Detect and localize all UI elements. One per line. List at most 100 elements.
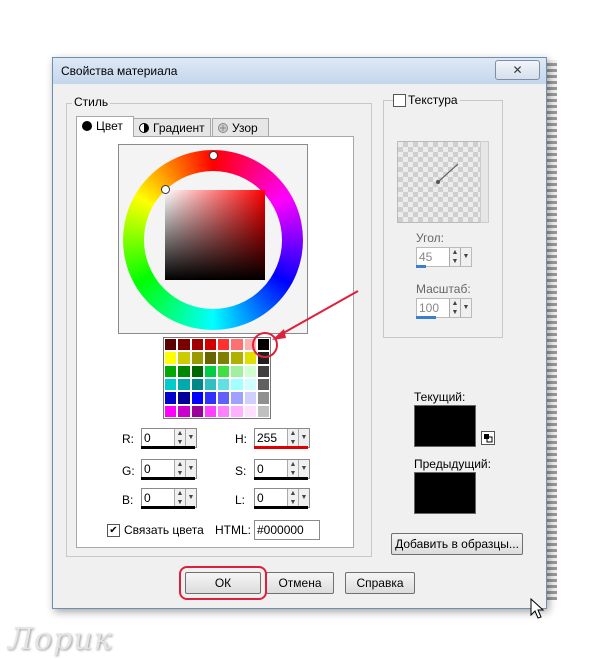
palette-swatch[interactable] bbox=[217, 377, 231, 392]
angle-spin-arrows[interactable]: ▲ ▼ bbox=[449, 248, 460, 266]
saturation-lightness-square[interactable] bbox=[165, 190, 265, 280]
palette-swatch[interactable] bbox=[230, 404, 244, 418]
palette-swatch[interactable] bbox=[164, 338, 178, 352]
palette-swatch[interactable] bbox=[203, 404, 217, 418]
palette-swatch[interactable] bbox=[256, 377, 270, 392]
palette-swatch[interactable] bbox=[164, 404, 178, 418]
palette-swatch[interactable] bbox=[230, 338, 244, 352]
hue-marker[interactable] bbox=[209, 151, 218, 160]
annotation-arrow bbox=[272, 290, 359, 340]
s-label: S: bbox=[235, 464, 247, 478]
palette-swatch[interactable] bbox=[230, 377, 244, 392]
tab-color[interactable]: Цвет bbox=[76, 116, 134, 137]
palette-swatch[interactable] bbox=[256, 404, 270, 418]
previous-label: Предыдущий: bbox=[414, 457, 491, 471]
s-dropdown[interactable]: ▼ bbox=[298, 460, 309, 478]
b-spinbox[interactable]: 0 ▲ ▼ ▼ bbox=[141, 488, 197, 508]
palette-swatch[interactable] bbox=[230, 351, 244, 365]
palette-swatch[interactable] bbox=[190, 377, 204, 392]
palette-swatch[interactable] bbox=[256, 391, 270, 405]
palette-swatch[interactable] bbox=[177, 364, 191, 378]
palette-swatch[interactable] bbox=[177, 404, 191, 418]
b-spin-arrows[interactable]: ▲ ▼ bbox=[174, 489, 185, 507]
h-spin-arrows[interactable]: ▲ ▼ bbox=[287, 429, 298, 447]
scale-spinbox[interactable]: 100 ▲ ▼ ▼ bbox=[416, 298, 472, 318]
palette-swatch[interactable] bbox=[164, 391, 178, 405]
link-colors-checkbox[interactable]: ✔ bbox=[107, 524, 120, 537]
r-spinbox[interactable]: 0 ▲ ▼ ▼ bbox=[141, 428, 197, 448]
palette-swatch[interactable] bbox=[217, 404, 231, 418]
help-button[interactable]: Справка bbox=[345, 572, 415, 594]
g-dropdown[interactable]: ▼ bbox=[185, 460, 196, 478]
palette-swatch[interactable] bbox=[203, 338, 217, 352]
style-group-label: Стиль bbox=[72, 95, 111, 109]
palette-swatch[interactable] bbox=[230, 364, 244, 378]
angle-label: Угол: bbox=[416, 231, 444, 245]
html-input[interactable]: #000000 bbox=[254, 520, 320, 540]
b-dropdown[interactable]: ▼ bbox=[185, 489, 196, 507]
palette-swatch[interactable] bbox=[190, 391, 204, 405]
palette-swatch[interactable] bbox=[190, 364, 204, 378]
swap-colors-icon[interactable] bbox=[481, 431, 495, 445]
l-dropdown[interactable]: ▼ bbox=[298, 489, 309, 507]
s-slider-bar[interactable] bbox=[254, 477, 308, 480]
palette-swatch[interactable] bbox=[177, 351, 191, 365]
l-slider-bar[interactable] bbox=[254, 506, 308, 509]
palette-swatch[interactable] bbox=[164, 377, 178, 392]
palette-swatch[interactable] bbox=[177, 391, 191, 405]
r-dropdown[interactable]: ▼ bbox=[185, 429, 196, 447]
r-slider-bar[interactable] bbox=[141, 446, 195, 449]
palette-swatch[interactable] bbox=[203, 377, 217, 392]
texture-checkbox[interactable] bbox=[393, 94, 406, 107]
palette-swatch[interactable] bbox=[177, 377, 191, 392]
s-spinbox[interactable]: 0 ▲ ▼ ▼ bbox=[254, 459, 310, 479]
r-spin-arrows[interactable]: ▲ ▼ bbox=[174, 429, 185, 447]
palette-swatch[interactable] bbox=[256, 364, 270, 378]
texture-preview-scroll bbox=[480, 141, 489, 223]
tab-pattern[interactable]: Узор bbox=[212, 118, 269, 137]
l-spinbox[interactable]: 0 ▲ ▼ ▼ bbox=[254, 488, 310, 508]
palette-swatch[interactable] bbox=[177, 338, 191, 352]
palette-swatch[interactable] bbox=[164, 364, 178, 378]
palette-swatch[interactable] bbox=[164, 351, 178, 365]
close-button[interactable]: ✕ bbox=[495, 60, 540, 80]
h-dropdown[interactable]: ▼ bbox=[298, 429, 309, 447]
scale-value: 100 bbox=[419, 301, 440, 315]
l-spin-arrows[interactable]: ▲ ▼ bbox=[287, 489, 298, 507]
angle-slider-bar[interactable] bbox=[416, 265, 426, 268]
g-spin-arrows[interactable]: ▲ ▼ bbox=[174, 460, 185, 478]
b-slider-bar[interactable] bbox=[141, 506, 195, 509]
g-slider-bar[interactable] bbox=[141, 477, 195, 480]
scale-spin-arrows[interactable]: ▲ ▼ bbox=[449, 299, 460, 317]
angle-pointer-icon bbox=[436, 163, 459, 184]
palette-swatch[interactable] bbox=[243, 364, 257, 378]
h-slider-bar[interactable] bbox=[254, 446, 308, 449]
palette-swatch[interactable] bbox=[243, 404, 257, 418]
s-spin-arrows[interactable]: ▲ ▼ bbox=[287, 460, 298, 478]
palette-swatch[interactable] bbox=[190, 404, 204, 418]
palette-swatch[interactable] bbox=[217, 391, 231, 405]
g-spinbox[interactable]: 0 ▲ ▼ ▼ bbox=[141, 459, 197, 479]
palette-swatch[interactable] bbox=[217, 364, 231, 378]
scale-slider-bar[interactable] bbox=[416, 316, 436, 319]
angle-spinbox[interactable]: 45 ▲ ▼ ▼ bbox=[416, 247, 472, 267]
palette-swatch[interactable] bbox=[243, 391, 257, 405]
scale-dropdown[interactable]: ▼ bbox=[460, 299, 471, 317]
h-spinbox[interactable]: 255 ▲ ▼ ▼ bbox=[254, 428, 310, 448]
angle-dropdown[interactable]: ▼ bbox=[460, 248, 471, 266]
watermark: Лорик bbox=[8, 622, 113, 657]
palette-swatch[interactable] bbox=[217, 351, 231, 365]
palette-swatch[interactable] bbox=[203, 391, 217, 405]
palette-swatch[interactable] bbox=[190, 351, 204, 365]
tab-gradient[interactable]: Градиент bbox=[133, 118, 211, 137]
palette-swatch[interactable] bbox=[203, 364, 217, 378]
add-to-swatches-button[interactable]: Добавить в образцы... bbox=[391, 533, 523, 555]
cancel-button[interactable]: Отмена bbox=[266, 572, 334, 594]
picker-marker[interactable] bbox=[161, 185, 170, 194]
palette-swatch[interactable] bbox=[217, 338, 231, 352]
palette-swatch[interactable] bbox=[203, 351, 217, 365]
palette-swatch[interactable] bbox=[190, 338, 204, 352]
palette-swatch[interactable] bbox=[243, 377, 257, 392]
palette-swatch[interactable] bbox=[230, 391, 244, 405]
previous-color-swatch bbox=[414, 472, 476, 514]
